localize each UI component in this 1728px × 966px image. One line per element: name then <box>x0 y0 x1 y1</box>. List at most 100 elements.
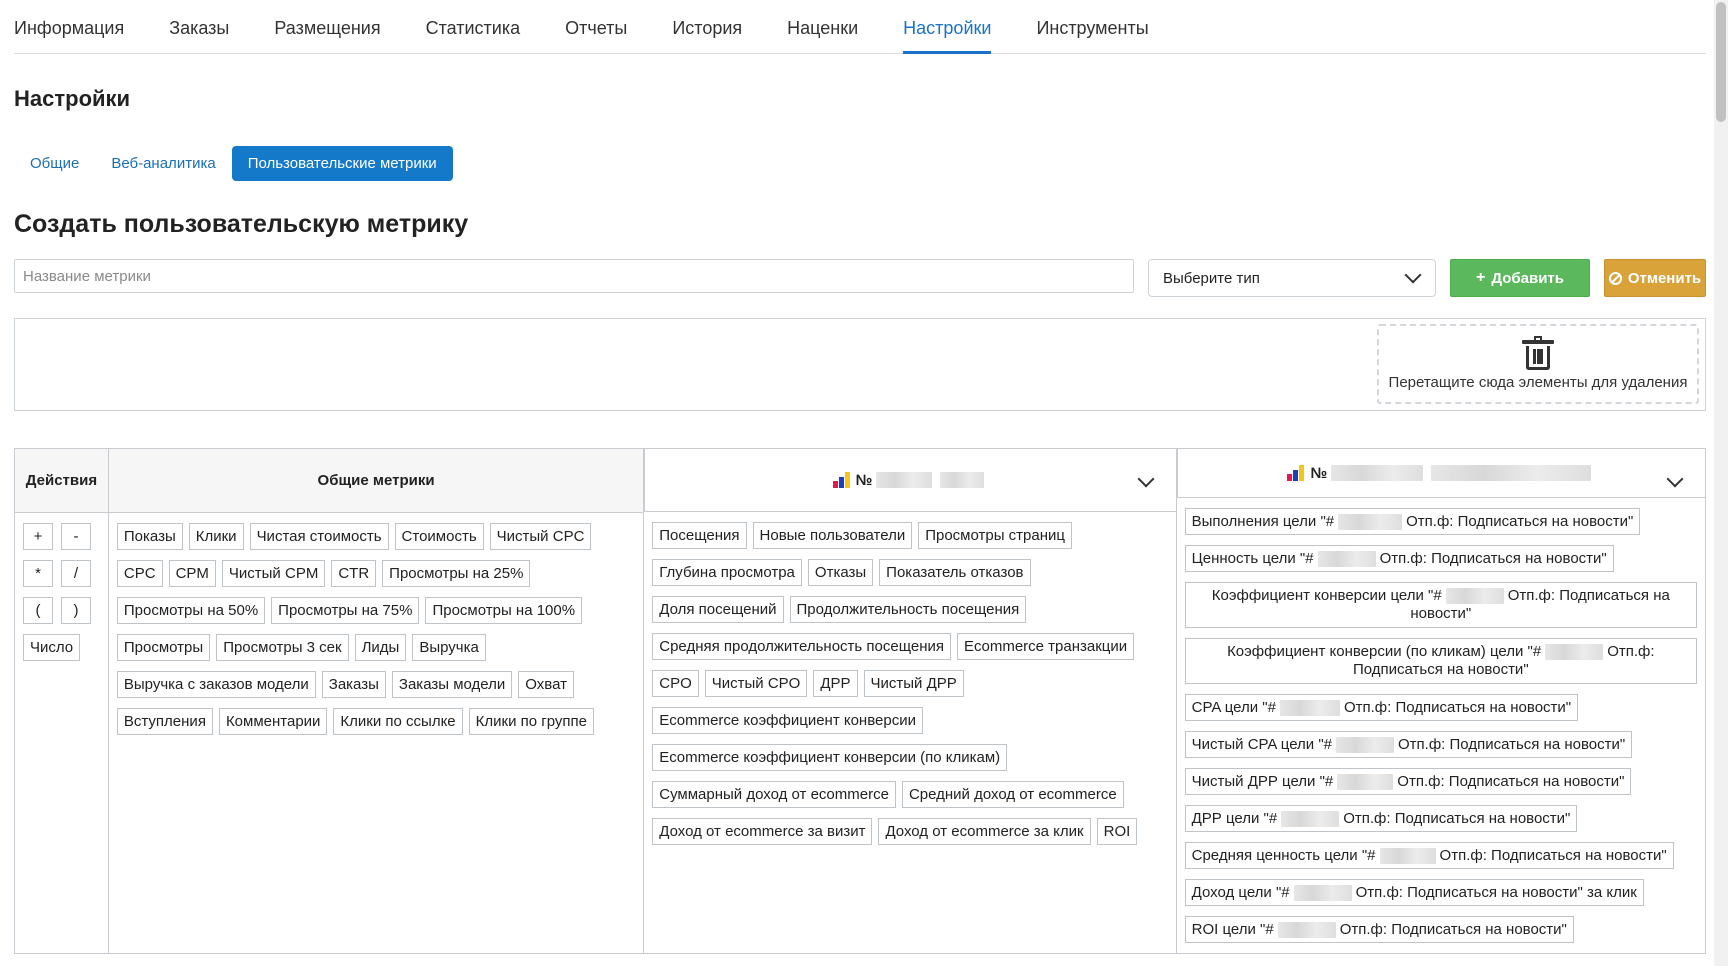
action-chip[interactable]: Число <box>23 634 81 661</box>
redacted-goal-id <box>1545 644 1604 661</box>
metric-chip[interactable]: Ecommerce коэффициент конверсии (по клик… <box>652 744 1008 771</box>
goal-metric-chip[interactable]: Коэффициент конверсии (по кликам) цели "… <box>1184 638 1697 684</box>
metric-chip[interactable]: Просмотры на 100% <box>425 597 583 624</box>
metric-chip[interactable]: Доход от ecommerce за клик <box>878 818 1091 845</box>
page-scrollbar-thumb[interactable] <box>1716 2 1726 122</box>
metric-chip[interactable]: Клики по ссылке <box>333 708 463 735</box>
goal-metric-name: Отп.ф: Подписаться на новости" за клик <box>1355 884 1637 901</box>
metric-chip[interactable]: Суммарный доход от ecommerce <box>652 781 896 808</box>
metric-chip[interactable]: Просмотры 3 сек <box>216 634 349 661</box>
formula-builder-area[interactable]: Перетащите сюда элементы для удаления <box>14 318 1706 411</box>
metric-chip[interactable]: Выручка <box>412 634 486 661</box>
metric-chip[interactable]: CTR <box>331 560 377 587</box>
metric-chip[interactable]: Просмотры на 50% <box>116 597 266 624</box>
subtab-1[interactable]: Веб-аналитика <box>95 146 231 181</box>
goal-metric-chip[interactable]: Доход цели "# Отп.ф: Подписаться на новос… <box>1184 879 1644 906</box>
add-button[interactable]: + Добавить <box>1450 259 1590 297</box>
metric-chip[interactable]: ДРР <box>813 670 858 697</box>
metric-chip[interactable]: Чистый CPO <box>704 670 808 697</box>
action-chip[interactable]: - <box>61 523 91 550</box>
metric-chip[interactable]: Заказы модели <box>391 671 513 698</box>
metric-chip[interactable]: Выручка с заказов модели <box>116 671 316 698</box>
goal-metric-name: Отп.ф: Подписаться на новости" <box>1398 736 1626 753</box>
metric-chip[interactable]: Доля посещений <box>652 596 784 623</box>
metric-chip[interactable]: Чистый ДРР <box>863 670 964 697</box>
cancel-button[interactable]: Отменить <box>1604 259 1706 297</box>
counter2-column-header[interactable]: № <box>1176 448 1706 498</box>
nav-tab-0[interactable]: Информация <box>14 0 124 54</box>
goal-metric-chip[interactable]: Коэффициент конверсии цели "# Отп.ф: Подп… <box>1184 582 1697 628</box>
metric-chip[interactable]: Показы <box>116 523 183 550</box>
metric-chip[interactable]: ROI <box>1096 818 1138 845</box>
nav-tab-8[interactable]: Инструменты <box>1036 0 1148 54</box>
metric-chip[interactable]: Посещения <box>652 522 747 549</box>
metric-chip[interactable]: Доход от ecommerce за визит <box>652 818 873 845</box>
chevron-down-icon[interactable] <box>1137 470 1155 488</box>
nav-tab-7[interactable]: Настройки <box>903 0 992 54</box>
goal-metric-prefix: ДРР цели "# <box>1191 810 1278 827</box>
goal-metric-prefix: ROI цели "# <box>1191 921 1274 938</box>
metric-chip[interactable]: CPC <box>116 560 163 587</box>
action-chip[interactable]: + <box>23 523 53 550</box>
metric-chip[interactable]: Комментарии <box>218 708 328 735</box>
action-chip[interactable]: ) <box>61 597 91 624</box>
action-chip[interactable]: / <box>61 560 91 587</box>
metric-chip[interactable]: Отказы <box>807 559 874 586</box>
nav-tab-1[interactable]: Заказы <box>169 0 229 54</box>
nav-tab-2[interactable]: Размещения <box>274 0 380 54</box>
metric-chip[interactable]: CPM <box>168 560 216 587</box>
metric-chip[interactable]: Клики по группе <box>468 708 594 735</box>
goal-metric-chip[interactable]: Чистый ДРР цели "# Отп.ф: Подписаться на … <box>1184 768 1632 795</box>
metric-chip[interactable]: Чистый CPM <box>221 560 326 587</box>
subtab-2[interactable]: Пользовательские метрики <box>231 146 453 181</box>
metric-chip[interactable]: Чистый CPC <box>489 523 592 550</box>
metric-chip[interactable]: CPO <box>652 670 699 697</box>
goal-metric-chip[interactable]: Чистый CPA цели "# Отп.ф: Подписаться на … <box>1184 731 1633 758</box>
nav-tab-6[interactable]: Наценки <box>787 0 858 54</box>
metric-chip[interactable]: Продолжительность посещения <box>789 596 1027 623</box>
metric-chip[interactable]: Новые пользователи <box>752 522 913 549</box>
goal-metric-chip[interactable]: ДРР цели "# Отп.ф: Подписаться на новости… <box>1184 805 1578 832</box>
metric-chip[interactable]: Клики <box>188 523 244 550</box>
subtab-0[interactable]: Общие <box>14 146 95 181</box>
ban-icon <box>1608 271 1622 285</box>
metric-chip[interactable]: Просмотры на 25% <box>382 560 531 587</box>
metric-chip[interactable]: Просмотры <box>116 634 211 661</box>
metric-name-input[interactable] <box>14 259 1134 293</box>
counter1-column-header[interactable]: № <box>644 448 1177 512</box>
metric-type-select[interactable]: Выберите тип <box>1148 259 1436 297</box>
action-chip[interactable]: * <box>23 560 53 587</box>
metric-chip[interactable]: Лиды <box>354 634 407 661</box>
metric-chip[interactable]: Показатель отказов <box>879 559 1031 586</box>
nav-tab-5[interactable]: История <box>672 0 742 54</box>
metric-chip[interactable]: Просмотры страниц <box>918 522 1072 549</box>
metric-chip[interactable]: Охват <box>518 671 574 698</box>
action-chip[interactable]: ( <box>23 597 53 624</box>
metric-chip[interactable]: Вступления <box>116 708 213 735</box>
goal-metric-name: Отп.ф: Подписаться на новости" <box>1406 513 1634 530</box>
goal-metric-chip[interactable]: Средняя ценность цели "# Отп.ф: Подписать… <box>1184 842 1674 869</box>
page-scrollbar[interactable] <box>1714 0 1728 966</box>
goal-metric-prefix: Коэффициент конверсии (по кликам) цели "… <box>1227 643 1542 660</box>
goal-metric-chip[interactable]: Ценность цели "# Отп.ф: Подписаться на но… <box>1184 545 1614 572</box>
nav-tab-3[interactable]: Статистика <box>426 0 521 54</box>
metric-chip[interactable]: Ecommerce транзакции <box>957 633 1135 660</box>
metric-chip[interactable]: Стоимость <box>394 523 484 550</box>
redacted-counter-name <box>1431 465 1592 481</box>
metric-chip[interactable]: Заказы <box>321 671 386 698</box>
counter2-column: № Выполнения цели "# Отп.ф: Подписаться н… <box>1176 448 1706 953</box>
nav-tab-4[interactable]: Отчеты <box>565 0 627 54</box>
chevron-down-icon[interactable] <box>1666 470 1684 488</box>
metric-chip[interactable]: Чистая стоимость <box>249 523 389 550</box>
redacted-counter-name <box>940 472 985 488</box>
metric-chip[interactable]: Средний доход от ecommerce <box>901 781 1124 808</box>
delete-dropzone[interactable]: Перетащите сюда элементы для удаления <box>1377 324 1699 404</box>
metric-chip[interactable]: Ecommerce коэффициент конверсии <box>652 707 923 734</box>
metric-chip[interactable]: Глубина просмотра <box>652 559 802 586</box>
metric-chip[interactable]: Просмотры на 75% <box>271 597 420 624</box>
goal-metric-name: Отп.ф: Подписаться на новости" <box>1397 773 1625 790</box>
goal-metric-chip[interactable]: CPA цели "# Отп.ф: Подписаться на новости… <box>1184 694 1579 721</box>
metric-chip[interactable]: Средняя продолжительность посещения <box>652 633 951 660</box>
goal-metric-chip[interactable]: ROI цели "# Отп.ф: Подписаться на новости… <box>1184 916 1574 943</box>
goal-metric-chip[interactable]: Выполнения цели "# Отп.ф: Подписаться на … <box>1184 508 1641 535</box>
